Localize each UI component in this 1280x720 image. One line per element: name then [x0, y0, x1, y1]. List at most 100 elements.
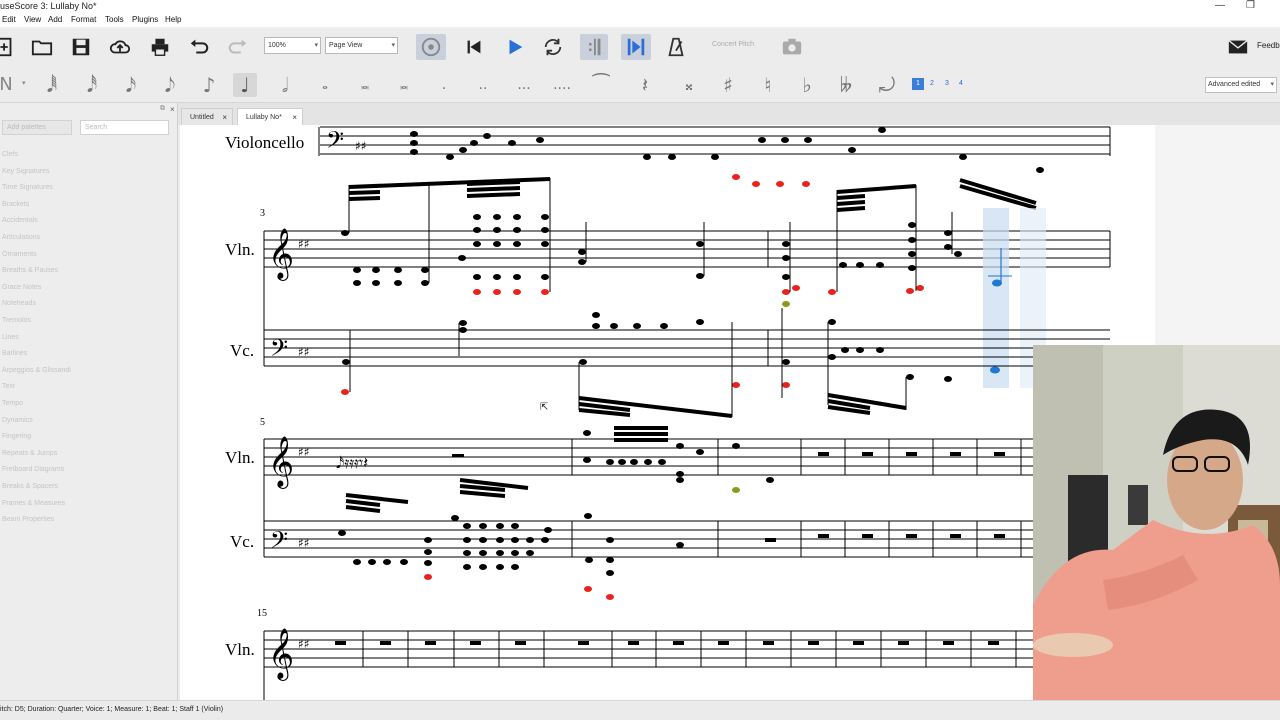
menu-tools[interactable]: Tools: [105, 15, 124, 24]
voice-4-button[interactable]: 4: [955, 78, 967, 90]
double-sharp-icon[interactable]: 𝄪: [677, 73, 701, 97]
voice-2-button[interactable]: 2: [926, 78, 938, 90]
play-repeats-icon[interactable]: [580, 34, 608, 60]
metronome-icon[interactable]: [663, 34, 689, 60]
palette-item[interactable]: Clefs: [2, 151, 18, 158]
flat-icon[interactable]: ♭: [795, 73, 819, 97]
double-flat-icon[interactable]: 𝄫: [834, 73, 858, 97]
palette-item[interactable]: Breaths & Pauses: [2, 267, 58, 274]
palette-item[interactable]: Breaks & Spacers: [2, 483, 58, 490]
olive-note-system3[interactable]: [732, 487, 740, 493]
duration-32nd-icon[interactable]: 𝅘𝅥𝅰: [80, 73, 104, 97]
undo-icon[interactable]: [186, 34, 212, 60]
duration-16th-icon[interactable]: 𝅘𝅥𝅯: [119, 73, 143, 97]
mail-icon[interactable]: [1225, 34, 1251, 60]
menu-plugins[interactable]: Plugins: [132, 15, 158, 24]
palette-item[interactable]: Key Signatures: [2, 168, 49, 175]
score-page[interactable]: Violoncello 𝄢 ♯♯ 3 Vln. 𝄞 ♯♯ Vc. 𝄢 ♯♯ ⇱ …: [180, 125, 1155, 700]
rest-icon[interactable]: 𝄽: [633, 73, 657, 97]
quadruple-dot-icon[interactable]: ....: [550, 73, 574, 97]
duration-64th-icon[interactable]: 𝅘𝅥𝅱: [40, 73, 64, 97]
duration-quarter-icon[interactable]: ♩: [233, 73, 257, 97]
duration-half-icon[interactable]: 𝅗𝅥: [273, 73, 297, 97]
flip-direction-icon[interactable]: ⤾: [875, 73, 899, 97]
palette-item[interactable]: Repeats & Jumps: [2, 450, 57, 457]
window-title: useScore 3: Lullaby No*: [0, 1, 97, 11]
menu-help[interactable]: Help: [165, 15, 181, 24]
palette-item[interactable]: Lines: [2, 334, 19, 341]
score-notation[interactable]: Violoncello 𝄢 ♯♯ 3 Vln. 𝄞 ♯♯ Vc. 𝄢 ♯♯ ⇱ …: [180, 125, 1155, 700]
rewind-icon[interactable]: [461, 34, 487, 60]
palette-item[interactable]: Articulations: [2, 234, 40, 241]
upload-cloud-icon[interactable]: [107, 34, 133, 60]
add-palettes-button[interactable]: Add palettes: [2, 120, 72, 135]
zoom-select[interactable]: 100% ▾: [264, 37, 321, 54]
dot-icon[interactable]: .: [432, 73, 456, 97]
open-folder-icon[interactable]: [29, 34, 55, 60]
palette-item[interactable]: Tremolos: [2, 317, 31, 324]
palette-search-input[interactable]: Search: [80, 120, 169, 135]
menu-format[interactable]: Format: [71, 15, 96, 24]
palette-item[interactable]: Text: [2, 383, 15, 390]
palette-item[interactable]: Beam Properties: [2, 516, 54, 523]
view-mode-select[interactable]: Page View ▾: [325, 37, 398, 54]
restore-icon[interactable]: ❐: [1246, 0, 1255, 12]
new-file-icon[interactable]: [0, 34, 18, 60]
palette-item[interactable]: Fretboard Diagrams: [2, 466, 64, 473]
loop-icon[interactable]: [540, 34, 566, 60]
palette-item[interactable]: Ornaments: [2, 251, 37, 258]
close-icon[interactable]: ×: [292, 109, 297, 126]
duration-breve-icon[interactable]: 𝅜: [353, 73, 377, 97]
note-input-mode[interactable]: N: [0, 73, 18, 97]
double-dot-icon[interactable]: ..: [471, 73, 495, 97]
print-icon[interactable]: [147, 34, 173, 60]
key-signature: ♯♯: [298, 445, 310, 459]
selected-note-vc[interactable]: [990, 366, 1000, 374]
workspace-select[interactable]: Advanced edited ▾: [1205, 77, 1277, 93]
palette-item[interactable]: Brackets: [2, 201, 29, 208]
sharp-icon[interactable]: ♯: [716, 73, 740, 97]
save-icon[interactable]: [68, 34, 94, 60]
score-canvas-background: [1155, 125, 1280, 345]
duration-8th-alt-icon[interactable]: ♪: [197, 73, 221, 97]
palette-item[interactable]: Frames & Measures: [2, 500, 65, 507]
pan-score-icon[interactable]: [621, 34, 651, 60]
camera-icon[interactable]: [779, 34, 805, 60]
olive-note[interactable]: [782, 301, 790, 307]
voice-1-button[interactable]: 1: [912, 78, 924, 90]
palette-item[interactable]: Fingering: [2, 433, 31, 440]
palette-item[interactable]: Grace Notes: [2, 284, 41, 291]
redo-icon[interactable]: [225, 34, 251, 60]
close-icon[interactable]: ×: [222, 109, 227, 126]
palette-item[interactable]: Arpeggios & Glissandi: [2, 367, 71, 374]
palette-item[interactable]: Barlines: [2, 350, 27, 357]
minimize-icon[interactable]: —: [1215, 0, 1225, 12]
tab-lullaby[interactable]: Lullaby No* ×: [237, 108, 303, 125]
palette-item[interactable]: Dynamics: [2, 417, 33, 424]
palette-item[interactable]: Tempo: [2, 400, 23, 407]
voice-3-button[interactable]: 3: [941, 78, 953, 90]
duration-whole-icon[interactable]: 𝅝: [313, 73, 337, 97]
tie-icon[interactable]: ⁀: [589, 73, 613, 97]
duration-8th-icon[interactable]: 𝅘𝅥𝅮: [158, 73, 182, 97]
playback-settings-icon[interactable]: [416, 34, 446, 60]
natural-icon[interactable]: ♮: [756, 73, 780, 97]
selection-highlight: [983, 208, 1009, 388]
play-icon[interactable]: [502, 34, 528, 60]
palette-item[interactable]: Accidentals: [2, 217, 38, 224]
triple-dot-icon[interactable]: ...: [512, 73, 536, 97]
undock-icon[interactable]: ⧉: [160, 105, 165, 113]
concert-pitch-toggle[interactable]: Concert Pitch: [712, 41, 754, 48]
menu-add[interactable]: Add: [48, 15, 62, 24]
tab-untitled[interactable]: Untitled ×: [181, 108, 233, 125]
feedback-label[interactable]: Feedb: [1257, 41, 1280, 50]
palette-item[interactable]: Time Signatures: [2, 184, 53, 191]
menu-edit[interactable]: Edit: [2, 15, 16, 24]
chevron-down-icon: ▾: [391, 42, 395, 49]
close-icon[interactable]: ×: [170, 105, 175, 114]
duration-longa-icon[interactable]: 𝅜: [392, 73, 416, 97]
palette-item[interactable]: Noteheads: [2, 300, 36, 307]
menu-view[interactable]: View: [24, 15, 41, 24]
key-signature: ♯♯: [298, 237, 310, 251]
chevron-down-icon[interactable]: ▾: [22, 79, 26, 87]
